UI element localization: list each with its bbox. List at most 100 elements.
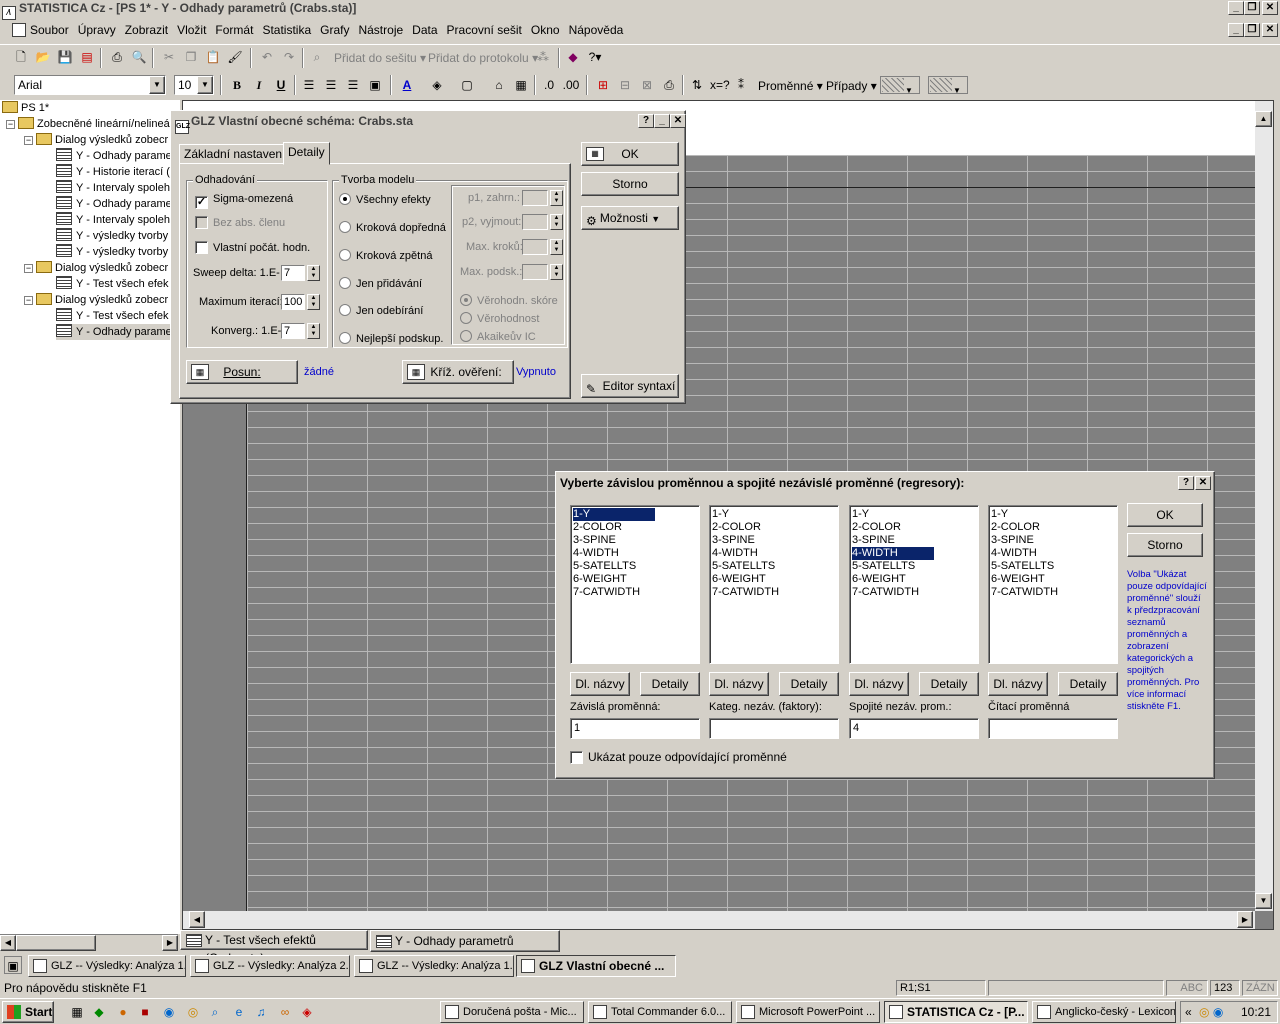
chevron-down-icon[interactable]: ▼: [149, 76, 165, 94]
chevron-down-icon[interactable]: ▼: [197, 76, 213, 94]
max-steps-input[interactable]: [522, 239, 548, 255]
p1-input[interactable]: [522, 190, 548, 206]
collapse-icon[interactable]: −: [24, 296, 33, 305]
p1-spinner[interactable]: ▲ ▼: [550, 190, 563, 206]
offset-button[interactable]: ▦ Posun:: [186, 360, 298, 384]
menu-zobrazit[interactable]: Zobrazit: [125, 23, 168, 37]
long-names-button-4[interactable]: Dl. názvy: [988, 672, 1048, 696]
list-item[interactable]: 3-SPINE: [991, 534, 1117, 547]
list-item[interactable]: 4-WIDTH: [852, 547, 934, 560]
horizontal-scrollbar[interactable]: ◀ ▶: [183, 911, 1255, 929]
font-color-icon[interactable]: A: [398, 76, 416, 94]
fill-style-select[interactable]: ▼: [928, 76, 968, 95]
menu-format[interactable]: Formát: [215, 23, 253, 37]
radio-forward-stepwise[interactable]: Kroková dopředná: [339, 221, 446, 234]
collapse-icon[interactable]: −: [24, 136, 33, 145]
list-item[interactable]: 7-CATWIDTH: [712, 586, 838, 599]
options-button[interactable]: ⚙ Možnosti ▼: [581, 206, 679, 230]
table-icon[interactable]: ⊞: [594, 76, 612, 94]
scroll-down-icon[interactable]: ▼: [1255, 893, 1272, 909]
tree-item[interactable]: Y - Intervaly spoleh: [56, 180, 170, 196]
quicklaunch-app-icon[interactable]: ◉: [160, 1003, 178, 1021]
decimal-decrease-icon[interactable]: .00: [562, 76, 580, 94]
quicklaunch-ie-icon[interactable]: e: [230, 1003, 248, 1021]
list-item[interactable]: 1-Y: [712, 508, 838, 521]
tree-item[interactable]: Y - Historie iterací (: [56, 164, 170, 180]
radio-best-subset[interactable]: Nejlepší podskup.: [339, 332, 443, 345]
menu-nastroje[interactable]: Nástroje: [358, 23, 403, 37]
list-item[interactable]: 5-SATELLTS: [712, 560, 838, 573]
help-icon[interactable]: ?: [1178, 476, 1194, 490]
quicklaunch-search-icon[interactable]: ⌕: [206, 1003, 224, 1021]
print-grid-icon[interactable]: ⎙: [660, 76, 678, 94]
tag-icon[interactable]: ⌂: [490, 76, 508, 94]
binoculars-icon[interactable]: ⌕: [308, 48, 326, 66]
mdi-task-2[interactable]: GLZ -- Výsledky: Analýza 2...: [190, 955, 350, 977]
borders-icon[interactable]: ▢: [458, 76, 476, 94]
cancel-button[interactable]: Storno: [581, 172, 679, 196]
max-iter-spinner[interactable]: ▲ ▼: [307, 294, 320, 310]
statistics-book-icon[interactable]: ◆: [564, 48, 582, 66]
minimize-icon[interactable]: _: [1228, 1, 1244, 15]
align-left-icon[interactable]: ☰: [300, 76, 318, 94]
sheet-tab-test[interactable]: Y - Test všech efektů (Crabs.sta): [180, 930, 368, 965]
syntax-editor-button[interactable]: ✎ Editor syntaxí: [581, 374, 679, 398]
vertical-scrollbar[interactable]: ▲ ▼: [1255, 101, 1273, 911]
menu-grafy[interactable]: Grafy: [320, 23, 349, 37]
max-subsets-input[interactable]: [522, 264, 548, 280]
add-to-report-button[interactable]: Přidat do protokolu ▾: [428, 51, 538, 65]
tray-network-icon[interactable]: ◉: [1213, 1005, 1223, 1019]
print-preview-icon[interactable]: 🔍: [130, 48, 148, 66]
p2-input[interactable]: [522, 214, 548, 230]
insert-row-icon[interactable]: ⊟: [616, 76, 634, 94]
list-item[interactable]: 5-SATELLTS: [573, 560, 699, 573]
print-icon[interactable]: ⎙: [108, 48, 126, 66]
list-item[interactable]: 2-COLOR: [573, 521, 699, 534]
doc-minimize-icon[interactable]: _: [1228, 23, 1244, 37]
converg-input[interactable]: 7: [281, 323, 305, 339]
tree-item[interactable]: Y - Odhady parame: [56, 148, 172, 164]
tree-item[interactable]: Y - výsledky tvorby: [56, 244, 168, 260]
sweep-delta-input[interactable]: 7: [281, 265, 305, 281]
grid-icon[interactable]: ▦: [512, 76, 530, 94]
task-lexicon[interactable]: Anglicko-český - Lexicon: [1032, 1001, 1176, 1023]
p2-spinner[interactable]: ▲ ▼: [550, 214, 563, 230]
cases-menu[interactable]: Případy ▾: [826, 79, 877, 93]
list-item[interactable]: 6-WEIGHT: [712, 573, 838, 586]
variables-menu[interactable]: Proměnné ▾: [758, 79, 823, 93]
quicklaunch-music-icon[interactable]: ♫: [252, 1003, 270, 1021]
list-item[interactable]: 2-COLOR: [852, 521, 978, 534]
align-right-icon[interactable]: ☰: [344, 76, 362, 94]
quicklaunch-clock-icon[interactable]: ◎: [184, 1003, 202, 1021]
bold-button[interactable]: B: [228, 76, 246, 94]
tree-hscrollbar[interactable]: ◀ ▶: [0, 934, 178, 951]
menu-statistika[interactable]: Statistika: [262, 23, 311, 37]
close-icon[interactable]: ✕: [1195, 476, 1211, 490]
no-intercept-checkbox[interactable]: Bez abs. členu: [195, 216, 285, 229]
radio-likelihood[interactable]: Věrohodnost: [460, 312, 539, 325]
copy-icon[interactable]: ❐: [182, 48, 200, 66]
collapse-icon[interactable]: −: [24, 264, 33, 273]
radio-aic[interactable]: Akaikeův IC: [460, 330, 536, 343]
fill-color-icon[interactable]: ◈: [428, 76, 446, 94]
count-variable-list[interactable]: 1-Y 2-COLOR 3-SPINE 4-WIDTH 5-SATELLTS 6…: [988, 505, 1118, 664]
long-names-button-1[interactable]: Dl. názvy: [570, 672, 630, 696]
list-item[interactable]: 6-WEIGHT: [573, 573, 699, 586]
list-item[interactable]: 2-COLOR: [991, 521, 1117, 534]
sheet-tab-estimates[interactable]: Y - Odhady parametrů (Crabs.sta): [370, 930, 560, 968]
task-outlook[interactable]: Doručená pošta - Mic...: [440, 1001, 584, 1023]
task-statistica-active[interactable]: STATISTICA Cz - [P...: [884, 1001, 1028, 1023]
sweep-delta-spinner[interactable]: ▲ ▼: [307, 265, 320, 281]
scroll-right-icon[interactable]: ▶: [1237, 911, 1253, 928]
codes-icon[interactable]: ⁑: [732, 76, 750, 94]
quicklaunch-save-icon[interactable]: ■: [136, 1003, 154, 1021]
tree-item[interactable]: Y - Intervaly spoleh: [56, 212, 170, 228]
cut-icon[interactable]: ✂: [160, 48, 178, 66]
scroll-thumb[interactable]: [16, 935, 96, 951]
tree-item[interactable]: − Dialog výsledků zobecr: [24, 132, 168, 148]
scroll-up-icon[interactable]: ▲: [1255, 111, 1272, 127]
underline-button[interactable]: U: [272, 76, 290, 94]
quicklaunch-firefox-icon[interactable]: ●: [114, 1003, 132, 1021]
paste-icon[interactable]: 📋: [204, 48, 222, 66]
menu-pracovni-sesit[interactable]: Pracovní sešit: [447, 23, 522, 37]
